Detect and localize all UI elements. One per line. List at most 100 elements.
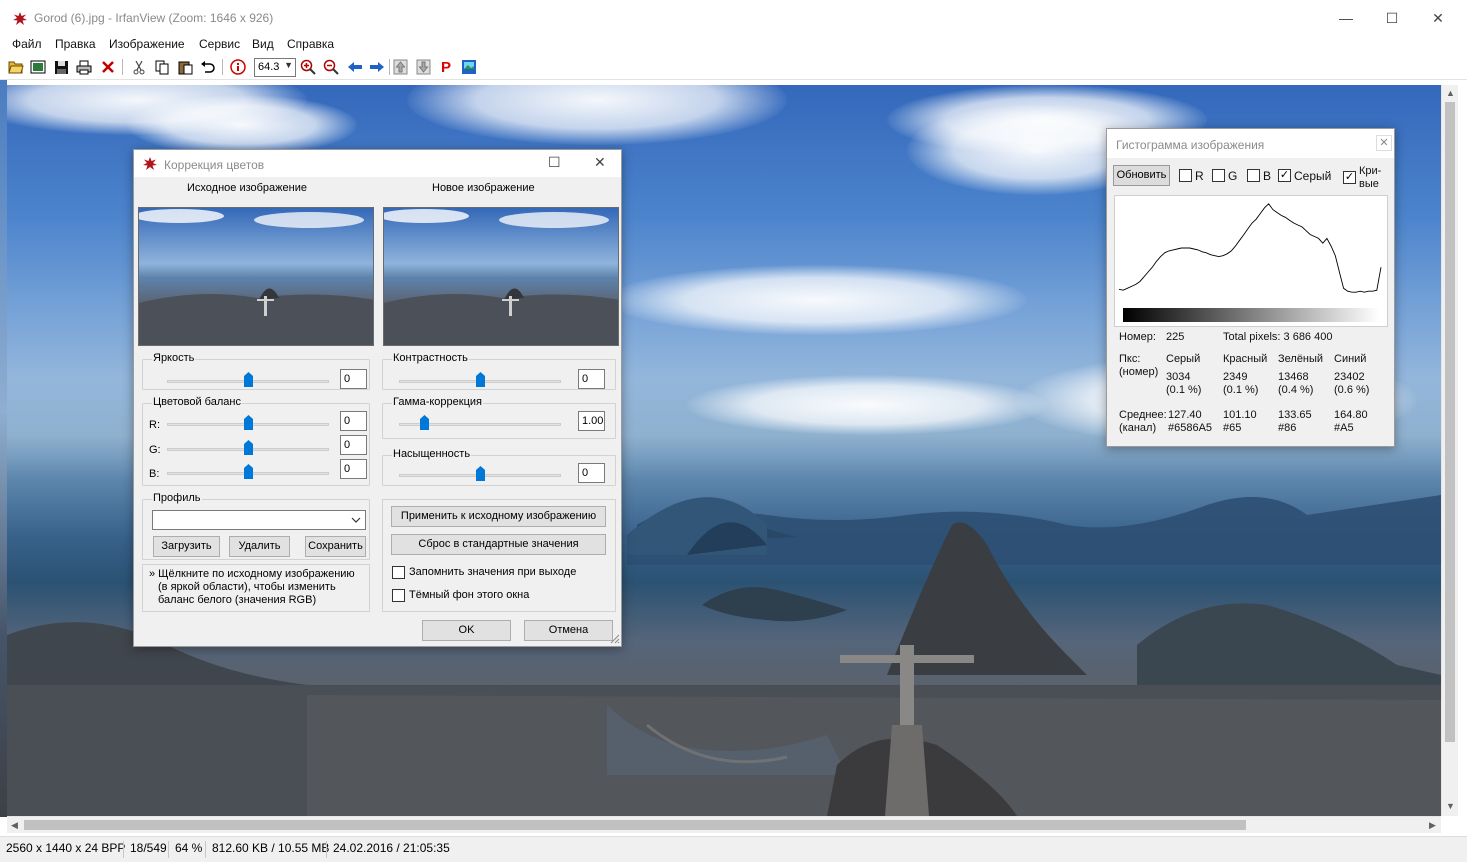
original-image-preview[interactable]	[138, 207, 374, 346]
zoom-select[interactable]: 64.3 ▼	[254, 58, 296, 77]
maximize-icon: ☐	[1385, 9, 1399, 26]
curves-checkbox[interactable]: ✓	[1343, 171, 1356, 184]
blue-slider-thumb[interactable]	[243, 464, 253, 479]
percent-gray: (0.1 %)	[1166, 384, 1202, 396]
delete-profile-button[interactable]: Удалить	[229, 536, 290, 557]
gray-histogram-line	[1118, 203, 1382, 293]
curves-label-line-1: Кри-	[1359, 165, 1382, 177]
green-slider-thumb[interactable]	[243, 440, 253, 455]
red-slider-thumb[interactable]	[243, 415, 253, 430]
slideshow-icon[interactable]	[460, 58, 478, 76]
dialog-title-bar[interactable]: Коррекция цветов ☐ ✕	[134, 150, 621, 177]
previous-icon[interactable]	[346, 58, 364, 76]
saturation-input[interactable]: 0	[578, 463, 605, 483]
vertical-scrollbar[interactable]: ▲ ▼	[1441, 85, 1458, 816]
hint-line-1: » Щёлкните по исходному изображению	[149, 568, 355, 580]
dialog-maximize-icon[interactable]: ☐	[548, 154, 561, 171]
contrast-label: Контрастность	[392, 352, 469, 364]
last-page-icon[interactable]	[414, 58, 432, 76]
undo-icon[interactable]	[198, 58, 216, 76]
brightness-input[interactable]: 0	[340, 369, 367, 389]
dark-background-label: Тёмный фон этого окна	[409, 589, 530, 601]
copy-icon[interactable]	[153, 58, 171, 76]
cancel-button[interactable]: Отмена	[524, 620, 613, 641]
scroll-up-icon[interactable]: ▲	[1446, 88, 1455, 98]
minimize-button[interactable]: —	[1323, 0, 1369, 36]
blue-input[interactable]: 0	[340, 459, 367, 479]
delete-icon[interactable]	[99, 58, 117, 76]
horizontal-scroll-thumb[interactable]	[24, 820, 1246, 830]
mean-green: 133.65	[1278, 409, 1312, 421]
blue-channel-checkbox[interactable]	[1247, 169, 1260, 182]
load-profile-button[interactable]: Загрузить	[153, 536, 220, 557]
histogram-dialog: Гистограмма изображения ✕ Обновить R G B…	[1106, 128, 1395, 447]
toolbar-separator	[389, 59, 390, 75]
mean-gray: 127.40	[1168, 409, 1202, 421]
save-icon[interactable]	[52, 58, 70, 76]
plugin-p-icon[interactable]: P	[437, 58, 455, 76]
next-icon[interactable]	[368, 58, 386, 76]
pixels-label-line-1: Пкс:	[1119, 353, 1141, 365]
hint-line-3: баланс белого (значения RGB)	[158, 594, 317, 606]
profile-select[interactable]	[152, 510, 366, 530]
open-icon[interactable]	[7, 58, 25, 76]
gamma-input[interactable]: 1.00	[578, 411, 605, 431]
horizontal-scrollbar[interactable]: ◀ ▶	[7, 816, 1441, 833]
menu-view[interactable]: Вид	[252, 37, 274, 51]
zoom-in-icon[interactable]	[299, 58, 317, 76]
color-correction-dialog: Коррекция цветов ☐ ✕ Исходное изображени…	[133, 149, 622, 647]
new-image-preview	[383, 207, 619, 346]
scroll-right-icon[interactable]: ▶	[1429, 820, 1436, 831]
paste-icon[interactable]	[176, 58, 194, 76]
chevron-down-icon: ▼	[284, 60, 293, 70]
saturation-label: Насыщенность	[392, 448, 472, 460]
menu-image[interactable]: Изображение	[109, 37, 185, 51]
red-channel-label: R	[1195, 169, 1204, 183]
contrast-slider-thumb[interactable]	[475, 372, 485, 387]
info-icon[interactable]	[229, 58, 247, 76]
brightness-slider-thumb[interactable]	[243, 372, 253, 387]
status-datetime: 24.02.2016 / 21:05:35	[326, 841, 450, 858]
close-button[interactable]: ✕	[1415, 0, 1461, 36]
dialog-title: Коррекция цветов	[164, 158, 265, 172]
menu-tools[interactable]: Сервис	[199, 37, 240, 51]
reset-defaults-button[interactable]: Сброс в стандартные значения	[391, 534, 606, 555]
resize-grip-icon[interactable]	[610, 634, 620, 644]
menu-edit[interactable]: Правка	[55, 37, 96, 51]
histogram-close-icon[interactable]: ✕	[1376, 135, 1392, 151]
saturation-slider-thumb[interactable]	[475, 466, 485, 481]
contrast-input[interactable]: 0	[578, 369, 605, 389]
first-page-icon[interactable]	[391, 58, 409, 76]
maximize-button[interactable]: ☐	[1369, 0, 1415, 36]
save-profile-button[interactable]: Сохранить	[305, 536, 366, 557]
gray-channel-checkbox[interactable]: ✓	[1278, 169, 1291, 182]
print-icon[interactable]	[75, 58, 93, 76]
remember-on-exit-checkbox[interactable]	[392, 566, 405, 579]
toolbar-separator	[222, 59, 223, 75]
total-pixels: Total pixels: 3 686 400	[1223, 331, 1333, 343]
red-channel-checkbox[interactable]	[1179, 169, 1192, 182]
cut-icon[interactable]	[130, 58, 148, 76]
apply-to-original-button[interactable]: Применить к исходному изображению	[391, 506, 606, 527]
menu-file[interactable]: Файл	[12, 37, 42, 51]
scroll-left-icon[interactable]: ◀	[11, 820, 18, 831]
profile-label: Профиль	[152, 492, 202, 504]
refresh-button[interactable]: Обновить	[1113, 165, 1170, 186]
histogram-chart	[1118, 203, 1382, 322]
gamma-slider-thumb[interactable]	[420, 415, 430, 430]
mean-hex-green: #86	[1278, 422, 1297, 434]
original-image-label: Исходное изображение	[187, 182, 307, 194]
zoom-out-icon[interactable]	[322, 58, 340, 76]
green-channel-checkbox[interactable]	[1212, 169, 1225, 182]
scroll-down-icon[interactable]: ▼	[1446, 801, 1455, 811]
vertical-scroll-thumb[interactable]	[1445, 102, 1455, 742]
dialog-close-icon[interactable]: ✕	[594, 154, 606, 171]
red-input[interactable]: 0	[340, 411, 367, 431]
thumbnails-icon[interactable]	[29, 58, 47, 76]
menu-help[interactable]: Справка	[287, 37, 334, 51]
histogram-title-bar[interactable]: Гистограмма изображения ✕	[1107, 129, 1394, 158]
mean-hex-gray: #6586A5	[1168, 422, 1213, 434]
green-input[interactable]: 0	[340, 435, 367, 455]
dark-background-checkbox[interactable]	[392, 589, 405, 602]
ok-button[interactable]: OK	[422, 620, 511, 641]
